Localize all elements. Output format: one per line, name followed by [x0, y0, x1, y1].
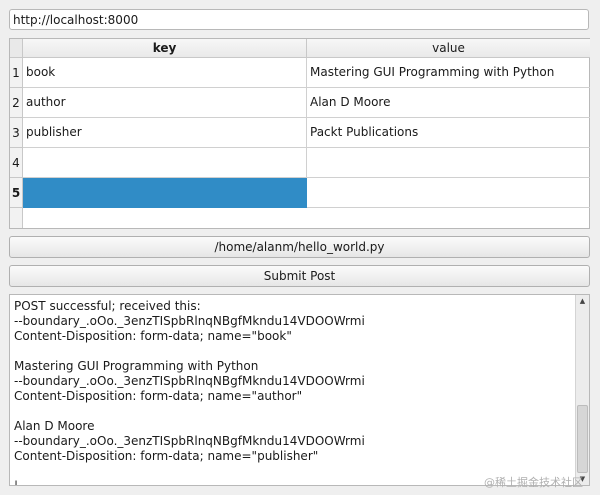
table-row: 5 — [10, 178, 590, 208]
row-header[interactable]: 1 — [10, 58, 23, 88]
file-select-button[interactable]: /home/alanm/hello_world.py — [9, 236, 590, 258]
url-input[interactable] — [9, 9, 589, 30]
row-header-current[interactable]: 5 — [10, 178, 23, 208]
table-row: 3 publisher Packt Publications — [10, 118, 590, 148]
submit-post-button[interactable]: Submit Post — [9, 265, 590, 287]
table-row: 1 book Mastering GUI Programming with Py… — [10, 58, 590, 88]
table-corner[interactable] — [10, 39, 23, 58]
table-row: 2 author Alan D Moore — [10, 88, 590, 118]
response-output[interactable]: POST successful; received this: --bounda… — [9, 294, 590, 486]
table-cell-value[interactable] — [307, 178, 590, 208]
table-cell-value[interactable]: Mastering GUI Programming with Python — [307, 58, 590, 88]
row-header-filler — [10, 208, 23, 228]
row-header[interactable]: 3 — [10, 118, 23, 148]
table-cell-key[interactable]: publisher — [23, 118, 307, 148]
scrollbar-thumb[interactable] — [577, 405, 588, 473]
row-header[interactable]: 2 — [10, 88, 23, 118]
key-value-table: key value 1 book Mastering GUI Programmi… — [9, 38, 590, 229]
response-text: POST successful; received this: --bounda… — [14, 299, 365, 486]
scroll-up-arrow-icon[interactable]: ▲ — [576, 295, 589, 307]
table-cell-key[interactable] — [23, 148, 307, 178]
column-header-value[interactable]: value — [307, 39, 590, 58]
row-header[interactable]: 4 — [10, 148, 23, 178]
table-cell-value[interactable]: Packt Publications — [307, 118, 590, 148]
column-header-key[interactable]: key — [23, 39, 307, 58]
table-cell-value[interactable] — [307, 148, 590, 178]
table-cell-key-selected[interactable] — [23, 178, 307, 208]
table-cell-key[interactable]: author — [23, 88, 307, 118]
table-cell-value[interactable]: Alan D Moore — [307, 88, 590, 118]
table-row: 4 — [10, 148, 590, 178]
table-cell-key[interactable]: book — [23, 58, 307, 88]
vertical-scrollbar[interactable]: ▲ ▼ — [575, 295, 589, 485]
watermark: @稀土掘金技术社区 — [484, 476, 583, 489]
